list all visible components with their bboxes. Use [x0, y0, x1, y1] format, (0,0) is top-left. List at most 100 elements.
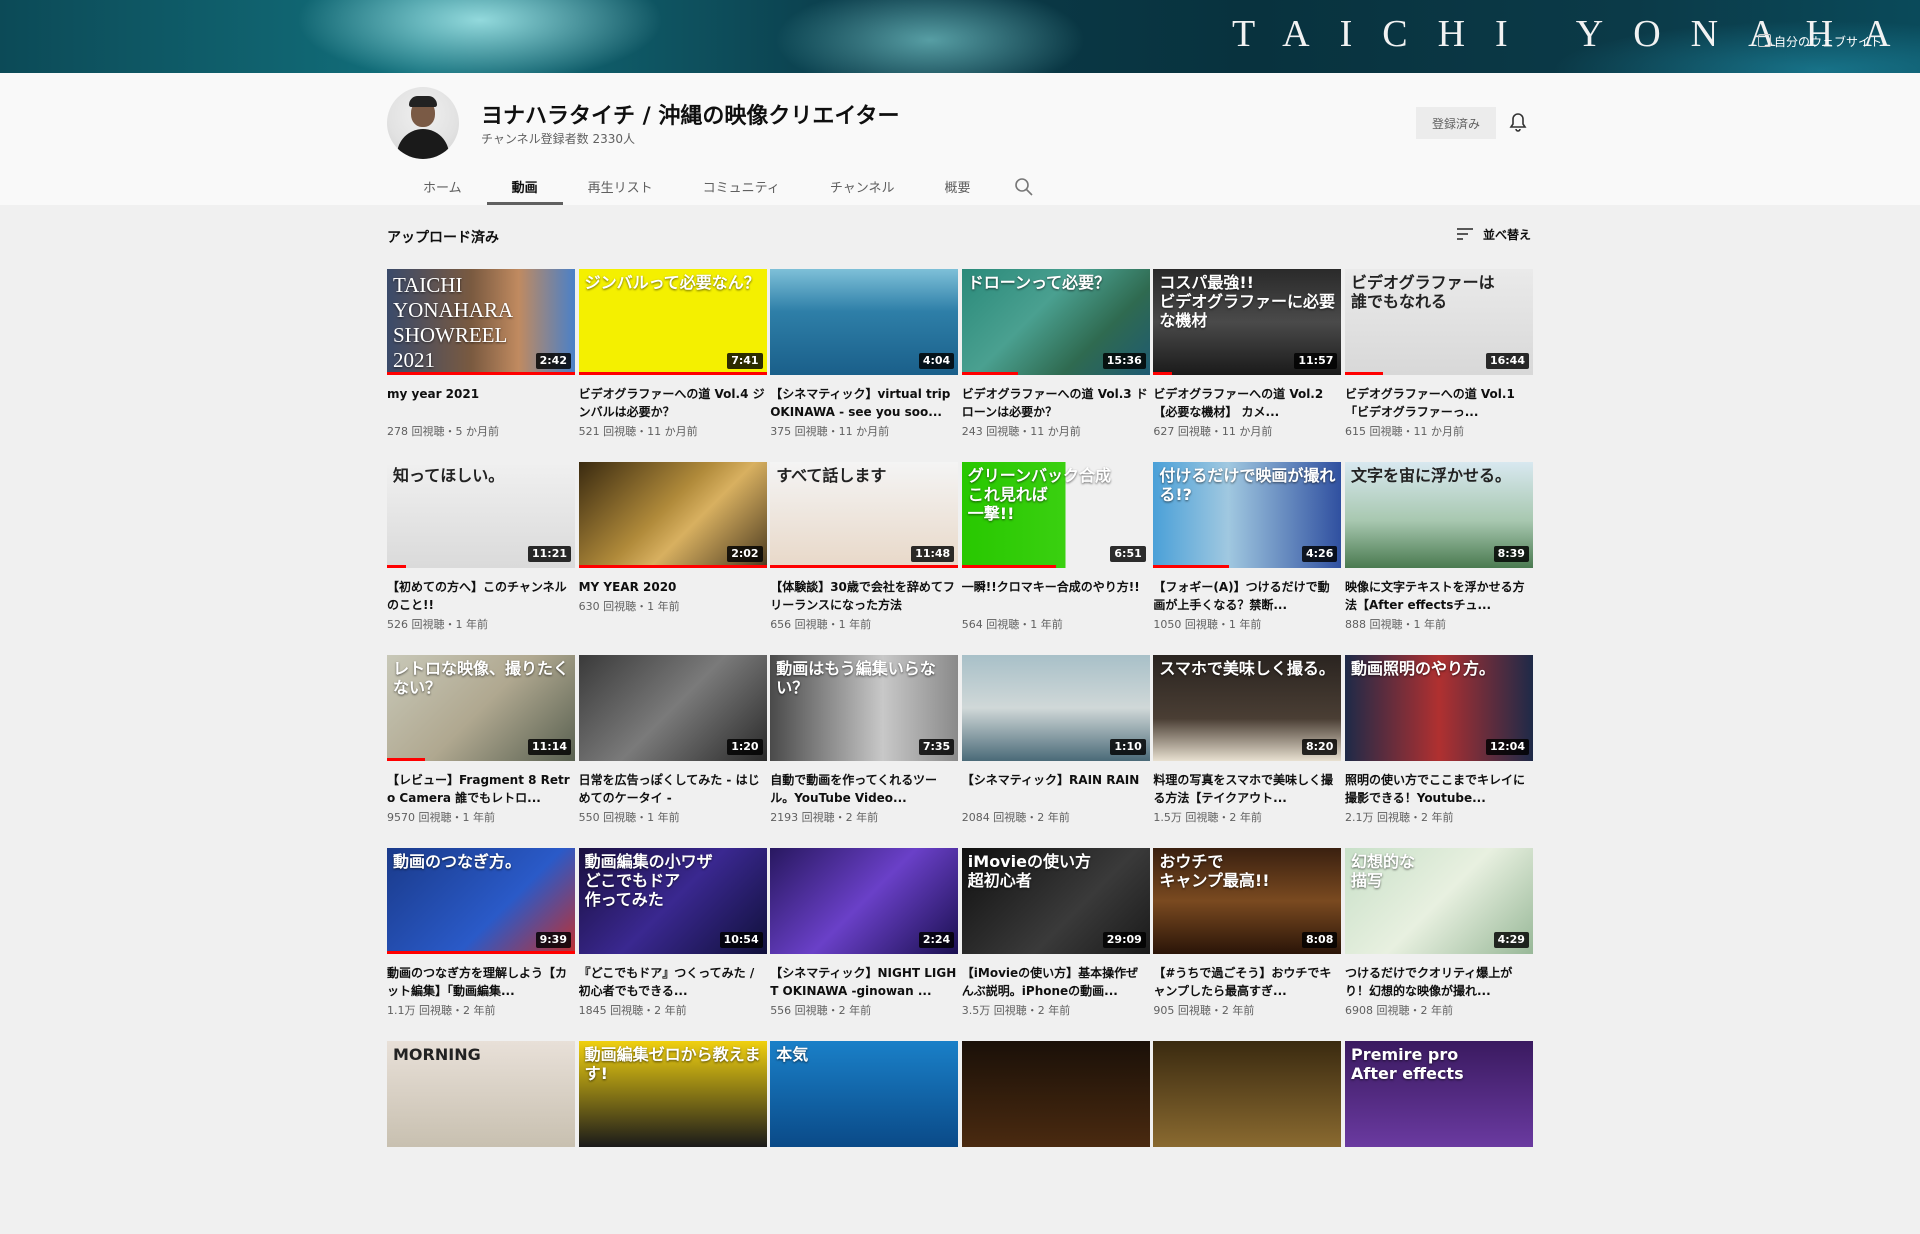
video-title[interactable]: 【シネマティック】virtual trip OKINAWA - see you … — [770, 385, 958, 421]
video-title[interactable]: 映像に文字テキストを浮かせる方法【After effectsチュ... — [1345, 578, 1533, 614]
video-title[interactable]: ビデオグラファーへの道 Vol.1「ビデオグラファーっ... — [1345, 385, 1533, 421]
video-thumbnail[interactable]: 動画照明のやり方。 12:04 — [1344, 655, 1533, 761]
video-thumbnail[interactable]: ジンバルって必要なん？ 7:41 — [578, 269, 767, 375]
video-thumbnail[interactable]: 1:20 — [578, 655, 767, 761]
video-card[interactable]: 1:20 日常を広告っぽくしてみた - はじめてのケータイ - 550 回視聴・1 … — [578, 655, 767, 848]
video-title[interactable]: 【シネマティック】RAIN RAIN — [962, 771, 1150, 807]
video-title[interactable]: 照明の使い方でここまでキレイに撮影できる！Youtube... — [1345, 771, 1533, 807]
video-card[interactable] — [1153, 1041, 1342, 1234]
video-title[interactable] — [1153, 1157, 1341, 1193]
tab-playlists[interactable]: 再生リスト — [563, 168, 678, 205]
video-title[interactable]: ビデオグラファーへの道 Vol.3 ドローンは必要か？ — [962, 385, 1150, 421]
video-title[interactable] — [387, 1157, 575, 1193]
video-thumbnail[interactable]: コスパ最強!! ビデオグラファーに必要な機材 11:57 — [1153, 269, 1342, 375]
tab-about[interactable]: 概要 — [920, 168, 996, 205]
video-thumbnail[interactable]: 動画のつなぎ方。 9:39 — [387, 848, 575, 954]
video-card[interactable]: 本気 — [770, 1041, 959, 1234]
video-card[interactable]: 動画のつなぎ方。 9:39 動画のつなぎ方を理解しよう【カット編集】「動画編集...… — [387, 848, 575, 1041]
video-title[interactable] — [962, 1157, 1150, 1193]
tab-videos[interactable]: 動画 — [486, 168, 563, 205]
video-thumbnail[interactable]: iMovieの使い方 超初心者 29:09 — [961, 848, 1150, 954]
video-card[interactable]: 動画はもう編集いらない？ 7:35 自動で動画を作ってくれるツール。YouTube … — [770, 655, 959, 848]
video-card[interactable]: おウチで キャンプ最高!! 8:08 【#うちで過ごそう】おウチでキャンプしたら最高… — [1153, 848, 1342, 1041]
video-thumbnail[interactable]: 本気 — [770, 1041, 959, 1147]
video-card[interactable]: iMovieの使い方 超初心者 29:09 【iMovieの使い方】基本操作ぜんぶ説… — [961, 848, 1150, 1041]
video-title[interactable]: 動画のつなぎ方を理解しよう【カット編集】「動画編集... — [387, 964, 575, 1000]
video-title[interactable]: 【フォギー(A)】つけるだけで動画が上手くなる？禁断... — [1153, 578, 1341, 614]
channel-avatar[interactable] — [387, 87, 459, 159]
video-thumbnail[interactable]: 知ってほしい。 11:21 — [387, 462, 575, 568]
video-thumbnail[interactable]: レトロな映像、撮りたくない？ 11:14 — [387, 655, 575, 761]
video-thumbnail[interactable]: 付けるだけで映画が撮れる!? 4:26 — [1153, 462, 1342, 568]
video-card[interactable] — [961, 1041, 1150, 1234]
video-thumbnail[interactable]: 2:02 — [578, 462, 767, 568]
video-card[interactable]: 動画編集の小ワザ どこでもドア 作ってみた 10:54 『どこでもドア』つくってみた… — [578, 848, 767, 1041]
video-thumbnail[interactable]: Premire pro After effects — [1344, 1041, 1533, 1147]
video-thumbnail[interactable]: 4:04 — [770, 269, 959, 375]
video-thumbnail[interactable]: 2:24 — [770, 848, 959, 954]
video-card[interactable]: 動画照明のやり方。 12:04 照明の使い方でここまでキレイに撮影できる！Youtu… — [1344, 655, 1533, 848]
video-card[interactable]: 付けるだけで映画が撮れる!? 4:26 【フォギー(A)】つけるだけで動画が上手くな… — [1153, 462, 1342, 655]
video-title[interactable]: 【初めての方へ】このチャンネルのこと!! — [387, 578, 575, 614]
video-card[interactable]: MORNING — [387, 1041, 575, 1234]
video-card[interactable]: レトロな映像、撮りたくない？ 11:14 【レビュー】Fragment 8 Retr… — [387, 655, 575, 848]
tab-home[interactable]: ホーム — [398, 168, 487, 205]
video-title[interactable] — [579, 1157, 767, 1193]
video-thumbnail[interactable]: おウチで キャンプ最高!! 8:08 — [1153, 848, 1342, 954]
video-title[interactable]: 【シネマティック】NIGHT LIGHT OKINAWA -ginowan ..… — [770, 964, 958, 1000]
video-thumbnail[interactable]: MORNING — [387, 1041, 575, 1147]
bell-icon[interactable] — [1506, 111, 1530, 135]
video-title[interactable]: 『どこでもドア』つくってみた / 初心者でもできる... — [579, 964, 767, 1000]
video-card[interactable]: 文字を宙に浮かせる。 8:39 映像に文字テキストを浮かせる方法【After eff… — [1344, 462, 1533, 655]
video-card[interactable]: 2:02 MY YEAR 2020 630 回視聴・1 年前 — [578, 462, 767, 655]
video-title[interactable]: 【レビュー】Fragment 8 Retro Camera 誰でもレトロ... — [387, 771, 575, 807]
video-thumbnail[interactable]: 1:10 — [961, 655, 1150, 761]
video-card[interactable]: スマホで美味しく撮る。 8:20 料理の写真をスマホで美味しく撮る方法【テイクアウト… — [1153, 655, 1342, 848]
video-card[interactable]: 動画編集ゼロから教えます! — [578, 1041, 767, 1234]
video-title[interactable]: 【#うちで過ごそう】おウチでキャンプしたら最高すぎ... — [1153, 964, 1341, 1000]
search-icon[interactable] — [1012, 175, 1036, 199]
video-title[interactable]: つけるだけでクオリティ爆上がり！幻想的な映像が撮れ... — [1345, 964, 1533, 1000]
video-card[interactable]: 1:10 【シネマティック】RAIN RAIN 2084 回視聴・2 年前 — [961, 655, 1150, 848]
video-card[interactable]: ドローンって必要？ 15:36 ビデオグラファーへの道 Vol.3 ドローンは必要か… — [961, 269, 1150, 462]
video-card[interactable]: 幻想的な 描写 4:29 つけるだけでクオリティ爆上がり！幻想的な映像が撮れ... 6… — [1344, 848, 1533, 1041]
video-title[interactable]: 【体験談】30歳で会社を辞めてフリーランスになった方法 — [770, 578, 958, 614]
video-thumbnail[interactable]: TAICHI YONAHARA SHOWREEL 2021 2:42 — [387, 269, 575, 375]
video-title[interactable]: 料理の写真をスマホで美味しく撮る方法【テイクアウト... — [1153, 771, 1341, 807]
video-thumbnail[interactable]: すべて話します 11:48 — [770, 462, 959, 568]
video-thumbnail[interactable]: ビデオグラファーは 誰でもなれる 16:44 — [1344, 269, 1533, 375]
video-title[interactable] — [1345, 1157, 1533, 1193]
video-thumbnail[interactable]: 動画はもう編集いらない？ 7:35 — [770, 655, 959, 761]
video-thumbnail[interactable] — [961, 1041, 1150, 1147]
video-card[interactable]: Premire pro After effects — [1344, 1041, 1533, 1234]
tab-channels[interactable]: チャンネル — [805, 168, 920, 205]
video-thumbnail[interactable]: グリーンバック合成 これ見れば 一撃!! 6:51 — [961, 462, 1150, 568]
video-thumbnail[interactable]: 幻想的な 描写 4:29 — [1344, 848, 1533, 954]
video-card[interactable]: TAICHI YONAHARA SHOWREEL 2021 2:42 my year… — [387, 269, 575, 462]
video-thumbnail[interactable]: 動画編集ゼロから教えます! — [578, 1041, 767, 1147]
tab-community[interactable]: コミュニティ — [678, 168, 805, 205]
video-title[interactable]: 自動で動画を作ってくれるツール。YouTube Video... — [770, 771, 958, 807]
video-thumbnail[interactable]: 文字を宙に浮かせる。 8:39 — [1344, 462, 1533, 568]
banner-website-link[interactable]: 自分のウェブサイト — [1774, 33, 1882, 50]
video-title[interactable]: 【iMovieの使い方】基本操作ぜんぶ説明。iPhoneの動画... — [962, 964, 1150, 1000]
video-title[interactable]: 一瞬!!クロマキー合成のやり方!! — [962, 578, 1150, 614]
video-card[interactable]: 知ってほしい。 11:21 【初めての方へ】このチャンネルのこと!! 526 回視聴・… — [387, 462, 575, 655]
video-title[interactable] — [770, 1157, 958, 1193]
video-card[interactable]: 2:24 【シネマティック】NIGHT LIGHT OKINAWA -ginowa… — [770, 848, 959, 1041]
video-card[interactable]: グリーンバック合成 これ見れば 一撃!! 6:51 一瞬!!クロマキー合成のやり方!… — [961, 462, 1150, 655]
video-card[interactable]: 4:04 【シネマティック】virtual trip OKINAWA - see … — [770, 269, 959, 462]
subscribed-button[interactable]: 登録済み — [1416, 107, 1496, 139]
video-thumbnail[interactable] — [1153, 1041, 1342, 1147]
video-title[interactable]: 日常を広告っぽくしてみた - はじめてのケータイ - — [579, 771, 767, 807]
video-thumbnail[interactable]: ドローンって必要？ 15:36 — [961, 269, 1150, 375]
video-title[interactable]: my year 2021 — [387, 385, 575, 421]
sort-button[interactable]: 並べ替え — [1455, 224, 1531, 244]
video-card[interactable]: すべて話します 11:48 【体験談】30歳で会社を辞めてフリーランスになった方法 6… — [770, 462, 959, 655]
video-thumbnail[interactable]: 動画編集の小ワザ どこでもドア 作ってみた 10:54 — [578, 848, 767, 954]
video-card[interactable]: ジンバルって必要なん？ 7:41 ビデオグラファーへの道 Vol.4 ジンバルは必要… — [578, 269, 767, 462]
video-card[interactable]: コスパ最強!! ビデオグラファーに必要な機材 11:57 ビデオグラファーへの道 V… — [1153, 269, 1342, 462]
video-title[interactable]: ビデオグラファーへの道 Vol.4 ジンバルは必要か？ — [579, 385, 767, 421]
video-thumbnail[interactable]: スマホで美味しく撮る。 8:20 — [1153, 655, 1342, 761]
video-title[interactable]: ビデオグラファーへの道 Vol.2 【必要な機材】 カメ... — [1153, 385, 1341, 421]
